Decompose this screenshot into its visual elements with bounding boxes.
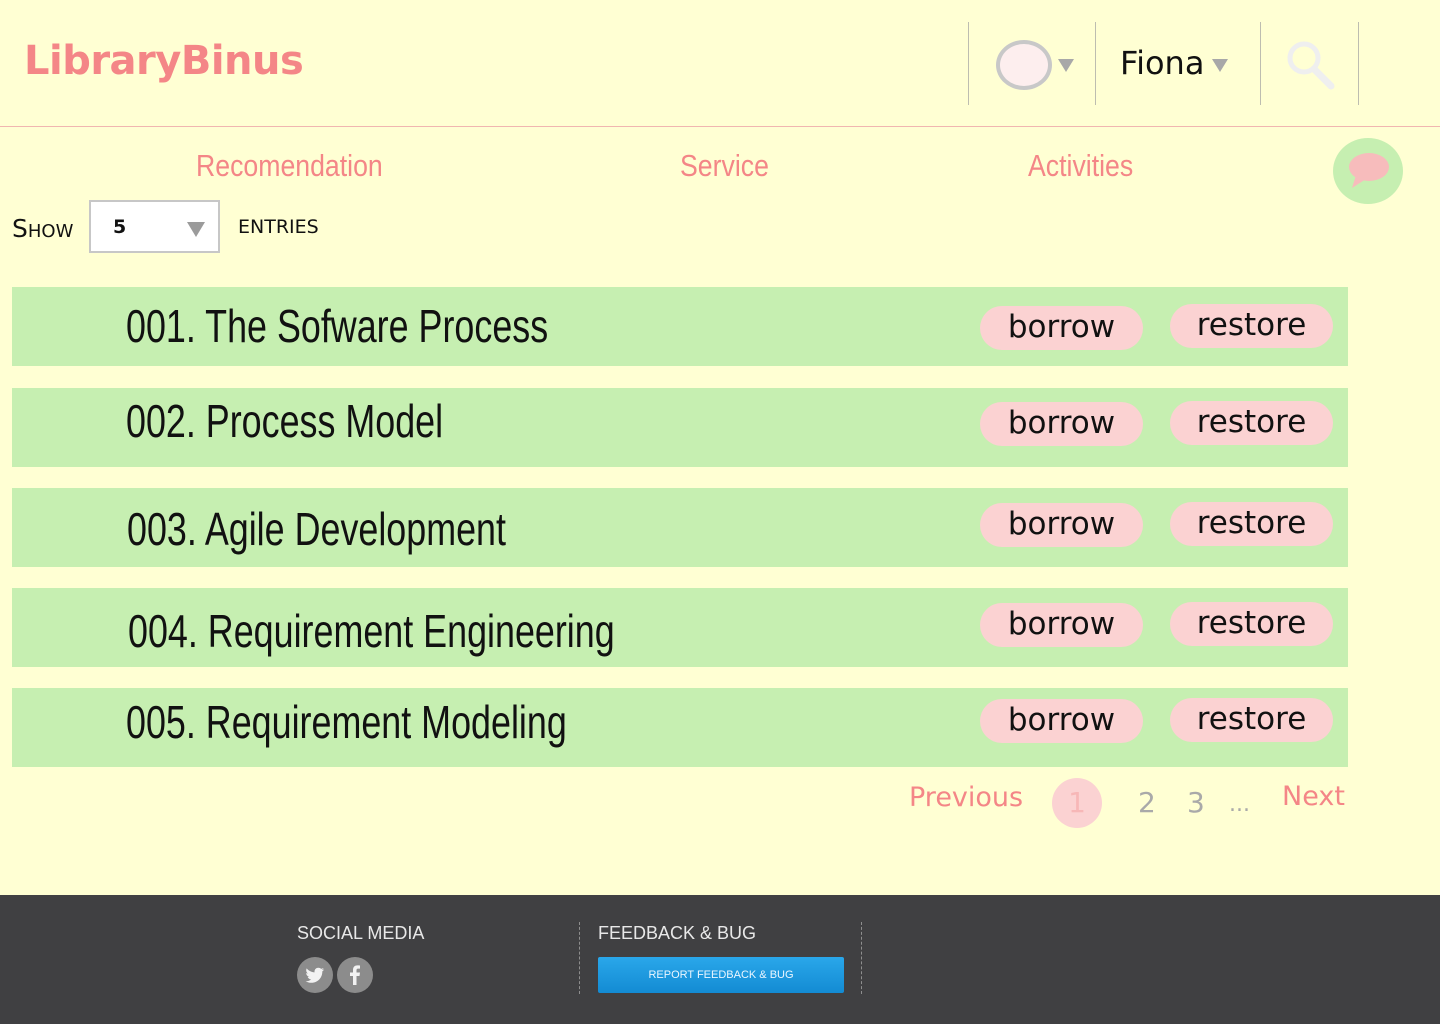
borrow-button[interactable]: borrow (980, 503, 1143, 547)
site-logo[interactable]: LibraryBinus (24, 38, 304, 84)
footer: SOCIAL MEDIA FEEDBACK & BUG REPORT FEEDB… (0, 895, 1440, 1024)
borrow-button[interactable]: borrow (980, 699, 1143, 743)
book-title: 003. Agile Development (127, 503, 506, 555)
entries-label: ENTRIES (238, 216, 319, 238)
restore-button[interactable]: restore (1170, 602, 1333, 646)
nav-recomendation[interactable]: Recomendation (196, 148, 383, 184)
page-3[interactable]: 3 (1187, 786, 1205, 819)
header-divider (1260, 22, 1261, 105)
nav-activities[interactable]: Activities (1028, 148, 1133, 184)
pagination-previous[interactable]: Previous (909, 782, 1023, 813)
report-feedback-button[interactable]: REPORT FEEDBACK & BUG (598, 957, 844, 993)
chevron-down-icon (187, 222, 205, 237)
book-title: 002. Process Model (126, 395, 444, 447)
page-1-current[interactable]: 1 (1052, 778, 1102, 828)
footer-divider (579, 922, 580, 994)
entries-select[interactable]: 5 (89, 200, 220, 253)
twitter-icon[interactable] (297, 957, 333, 993)
book-title: 001. The Sofware Process (126, 300, 549, 352)
social-media-heading: SOCIAL MEDIA (297, 923, 425, 943)
page-2[interactable]: 2 (1138, 786, 1156, 819)
restore-button[interactable]: restore (1170, 304, 1333, 348)
feedback-heading: FEEDBACK & BUG (598, 923, 757, 943)
show-label: Show (12, 214, 74, 243)
footer-divider (861, 922, 862, 994)
borrow-button[interactable]: borrow (980, 306, 1143, 350)
user-name: Fiona (1120, 44, 1205, 82)
header-divider (1095, 22, 1096, 105)
entries-value: 5 (113, 216, 127, 238)
header-divider (1358, 22, 1359, 105)
search-icon[interactable] (1282, 38, 1338, 94)
restore-button[interactable]: restore (1170, 698, 1333, 742)
chat-button[interactable] (1333, 138, 1403, 204)
header-divider (968, 22, 969, 105)
nav-service[interactable]: Service (680, 148, 769, 184)
book-title: 005. Requirement Modeling (126, 696, 567, 748)
chat-icon (1349, 153, 1389, 188)
borrow-button[interactable]: borrow (980, 402, 1143, 446)
restore-button[interactable]: restore (1170, 502, 1333, 546)
facebook-icon[interactable] (337, 957, 373, 993)
restore-button[interactable]: restore (1170, 401, 1333, 445)
book-row: 005. Requirement Modeling borrow restore (12, 688, 1348, 767)
book-row: 002. Process Model borrow restore (12, 388, 1348, 467)
avatar (996, 40, 1052, 90)
book-title: 004. Requirement Engineering (128, 605, 615, 657)
pagination-ellipsis: ... (1229, 792, 1250, 817)
user-menu[interactable]: Fiona (1120, 44, 1229, 82)
book-row: 003. Agile Development borrow restore (12, 488, 1348, 567)
avatar-menu[interactable] (996, 40, 1074, 90)
borrow-button[interactable]: borrow (980, 603, 1143, 647)
book-row: 004. Requirement Engineering borrow rest… (12, 588, 1348, 667)
chevron-down-icon (1212, 58, 1229, 72)
book-row: 001. The Sofware Process borrow restore (12, 287, 1348, 366)
header-separator (0, 126, 1440, 127)
pagination-next[interactable]: Next (1282, 781, 1345, 812)
chevron-down-icon (1058, 58, 1074, 72)
